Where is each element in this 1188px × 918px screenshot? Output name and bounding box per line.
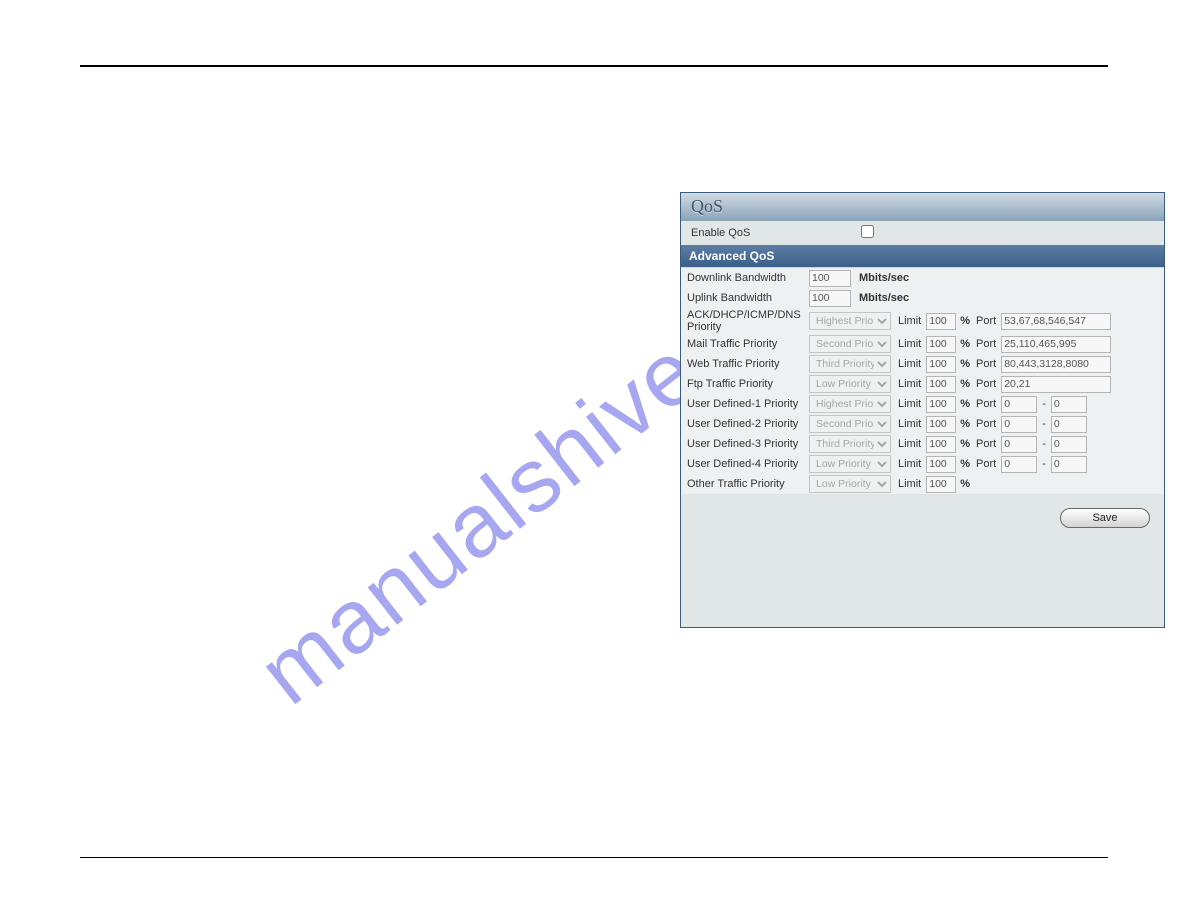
save-button[interactable]: Save <box>1060 508 1150 528</box>
percent-label: % <box>958 438 974 450</box>
priority-row: Other Traffic PriorityHighest PrioritySe… <box>681 474 1164 494</box>
qos-form-area: Downlink Bandwidth Mbits/sec Uplink Band… <box>681 267 1164 494</box>
limit-input[interactable] <box>926 376 956 393</box>
percent-label: % <box>958 358 974 370</box>
port-from-input[interactable] <box>1001 396 1037 413</box>
port-input[interactable] <box>1001 313 1111 330</box>
downlink-bandwidth-unit: Mbits/sec <box>853 272 909 284</box>
uplink-bandwidth-unit: Mbits/sec <box>853 292 909 304</box>
priority-row: User Defined-1 PriorityHighest PriorityS… <box>681 394 1164 414</box>
panel-title-bar: QoS <box>681 193 1164 221</box>
port-range-dash: - <box>1039 398 1049 410</box>
priority-row: User Defined-4 PriorityHighest PriorityS… <box>681 454 1164 474</box>
port-label: Port <box>976 315 999 327</box>
enable-qos-checkbox[interactable] <box>861 225 874 238</box>
limit-label: Limit <box>893 458 924 470</box>
downlink-bandwidth-row: Downlink Bandwidth Mbits/sec <box>681 268 1164 288</box>
enable-qos-row: Enable QoS <box>681 221 1164 245</box>
percent-label: % <box>958 378 974 390</box>
uplink-bandwidth-input[interactable] <box>809 290 851 307</box>
port-label: Port <box>976 418 999 430</box>
port-to-input[interactable] <box>1051 436 1087 453</box>
port-label: Port <box>976 398 999 410</box>
percent-label: % <box>958 418 974 430</box>
priority-row: User Defined-2 PriorityHighest PriorityS… <box>681 414 1164 434</box>
port-to-input[interactable] <box>1051 396 1087 413</box>
port-range-dash: - <box>1039 418 1049 430</box>
priority-row-label: User Defined-1 Priority <box>687 398 807 410</box>
port-to-input[interactable] <box>1051 416 1087 433</box>
port-label: Port <box>976 458 999 470</box>
limit-label: Limit <box>893 358 924 370</box>
limit-label: Limit <box>893 338 924 350</box>
priority-select[interactable]: Highest PrioritySecond PriorityThird Pri… <box>809 435 891 453</box>
priority-select[interactable]: Highest PrioritySecond PriorityThird Pri… <box>809 335 891 353</box>
port-label: Port <box>976 338 999 350</box>
priority-select[interactable]: Highest PrioritySecond PriorityThird Pri… <box>809 475 891 493</box>
uplink-bandwidth-row: Uplink Bandwidth Mbits/sec <box>681 288 1164 308</box>
save-row: Save <box>681 494 1164 528</box>
port-range-dash: - <box>1039 458 1049 470</box>
limit-input[interactable] <box>926 436 956 453</box>
priority-select[interactable]: Highest PrioritySecond PriorityThird Pri… <box>809 355 891 373</box>
limit-input[interactable] <box>926 416 956 433</box>
port-range-dash: - <box>1039 438 1049 450</box>
enable-qos-checkbox-wrap <box>861 225 881 241</box>
limit-input[interactable] <box>926 336 956 353</box>
priority-row-label: ACK/DHCP/ICMP/DNS Priority <box>687 309 807 333</box>
limit-input[interactable] <box>926 396 956 413</box>
priority-row: User Defined-3 PriorityHighest PriorityS… <box>681 434 1164 454</box>
downlink-bandwidth-label: Downlink Bandwidth <box>687 272 807 284</box>
port-input[interactable] <box>1001 376 1111 393</box>
limit-label: Limit <box>893 438 924 450</box>
limit-input[interactable] <box>926 356 956 373</box>
panel-title-text: QoS <box>681 193 1164 221</box>
port-from-input[interactable] <box>1001 456 1037 473</box>
port-from-input[interactable] <box>1001 416 1037 433</box>
priority-row: Mail Traffic PriorityHighest PrioritySec… <box>681 334 1164 354</box>
enable-qos-label: Enable QoS <box>691 227 861 239</box>
limit-input[interactable] <box>926 476 956 493</box>
priority-row: ACK/DHCP/ICMP/DNS PriorityHighest Priori… <box>681 308 1164 334</box>
percent-label: % <box>958 338 974 350</box>
limit-input[interactable] <box>926 313 956 330</box>
percent-label: % <box>958 315 974 327</box>
port-label: Port <box>976 378 999 390</box>
percent-label: % <box>958 478 974 490</box>
page-top-rule <box>80 65 1108 67</box>
priority-row-label: Mail Traffic Priority <box>687 338 807 350</box>
priority-select[interactable]: Highest PrioritySecond PriorityThird Pri… <box>809 415 891 433</box>
priority-row-label: User Defined-4 Priority <box>687 458 807 470</box>
priority-row-label: User Defined-2 Priority <box>687 418 807 430</box>
limit-label: Limit <box>893 378 924 390</box>
port-to-input[interactable] <box>1051 456 1087 473</box>
priority-select[interactable]: Highest PrioritySecond PriorityThird Pri… <box>809 375 891 393</box>
downlink-bandwidth-input[interactable] <box>809 270 851 287</box>
priority-select[interactable]: Highest PrioritySecond PriorityThird Pri… <box>809 395 891 413</box>
limit-label: Limit <box>893 315 924 327</box>
priority-row-label: Web Traffic Priority <box>687 358 807 370</box>
port-input[interactable] <box>1001 336 1111 353</box>
percent-label: % <box>958 398 974 410</box>
limit-label: Limit <box>893 398 924 410</box>
priority-row-label: Ftp Traffic Priority <box>687 378 807 390</box>
advanced-qos-header: Advanced QoS <box>681 245 1164 267</box>
limit-label: Limit <box>893 418 924 430</box>
priority-row-label: User Defined-3 Priority <box>687 438 807 450</box>
limit-input[interactable] <box>926 456 956 473</box>
priority-row-label: Other Traffic Priority <box>687 478 807 490</box>
percent-label: % <box>958 458 974 470</box>
limit-label: Limit <box>893 478 924 490</box>
port-input[interactable] <box>1001 356 1111 373</box>
page-bottom-rule <box>80 857 1108 858</box>
priority-select[interactable]: Highest PrioritySecond PriorityThird Pri… <box>809 312 891 330</box>
priority-row: Ftp Traffic PriorityHighest PrioritySeco… <box>681 374 1164 394</box>
priority-row: Web Traffic PriorityHighest PrioritySeco… <box>681 354 1164 374</box>
port-label: Port <box>976 358 999 370</box>
port-from-input[interactable] <box>1001 436 1037 453</box>
priority-select[interactable]: Highest PrioritySecond PriorityThird Pri… <box>809 455 891 473</box>
uplink-bandwidth-label: Uplink Bandwidth <box>687 292 807 304</box>
port-label: Port <box>976 438 999 450</box>
qos-panel: QoS Enable QoS Advanced QoS Downlink Ban… <box>680 192 1165 628</box>
